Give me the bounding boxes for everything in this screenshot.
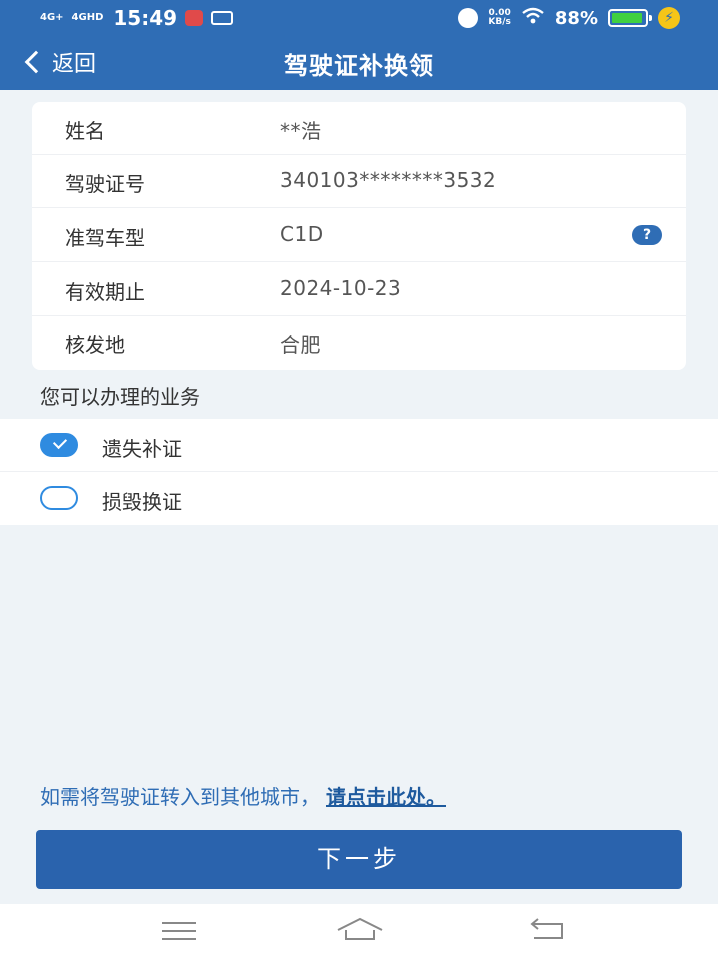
app-notification-icon [185,10,204,26]
battery-icon [608,9,652,27]
transfer-link[interactable]: 请点击此处。 [326,785,446,809]
clock: 15:49 [113,6,178,30]
system-nav-bar [0,904,718,956]
charging-icon: ⚡ [658,7,680,29]
alarm-icon [458,8,479,28]
option-damaged-replacement[interactable]: 损毁换证 [0,472,718,525]
transfer-notice: 如需将驾驶证转入到其他城市， 请点击此处。 [40,781,446,810]
iqiyi-notification-icon [211,11,234,25]
license-info-card: 姓名 **浩 驾驶证号 340103********3532 准驾车型 C1D … [32,102,686,370]
info-key: 驾驶证号 [65,172,145,196]
battery-percent: 88% [554,7,598,29]
info-value: 合肥 [280,333,321,357]
page-title: 驾驶证补换领 [284,52,434,80]
home-icon[interactable] [336,916,383,944]
info-key: 有效期止 [65,280,145,304]
app-header: 4G+ 4GHD 15:49 0.00 KB/s 88% ⚡ 返回 驾驶证补换领 [0,0,718,90]
signal-indicator-2: 4GHD [71,12,104,23]
info-value: 340103********3532 [280,168,497,192]
info-row-issuing-place: 核发地 合肥 [32,316,686,369]
info-row-vehicle-class: 准驾车型 C1D ? [32,209,686,262]
network-speed-unit: KB/s [488,17,511,27]
status-bar: 4G+ 4GHD 15:49 0.00 KB/s 88% ⚡ [0,0,718,34]
option-label: 损毁换证 [102,490,182,514]
wifi-icon [521,6,545,30]
unchecked-radio-icon[interactable] [40,486,78,510]
info-key: 姓名 [65,119,105,143]
option-lost-replacement[interactable]: 遗失补证 [0,419,718,472]
next-step-button[interactable]: 下一步 [36,830,682,889]
checked-radio-icon[interactable] [40,433,78,457]
help-icon[interactable]: ? [632,225,662,245]
nav-bar: 返回 驾驶证补换领 [0,34,718,90]
service-options: 遗失补证 损毁换证 [0,419,718,525]
services-label: 您可以办理的业务 [40,385,200,409]
info-key: 核发地 [65,333,125,357]
info-value: **浩 [280,119,322,143]
system-back-icon[interactable] [528,916,568,944]
signal-indicator-1: 4G+ [40,12,64,23]
menu-icon[interactable] [162,922,202,950]
info-row-expiry: 有效期止 2024-10-23 [32,263,686,316]
info-value: C1D [280,222,324,246]
network-speed: 0.00 KB/s [488,9,510,27]
option-label: 遗失补证 [102,437,182,461]
info-row-license-number: 驾驶证号 340103********3532 [32,155,686,208]
info-row-name: 姓名 **浩 [32,102,686,155]
info-key: 准驾车型 [65,226,145,250]
transfer-text: 如需将驾驶证转入到其他城市， [40,785,320,809]
info-value: 2024-10-23 [280,276,402,300]
